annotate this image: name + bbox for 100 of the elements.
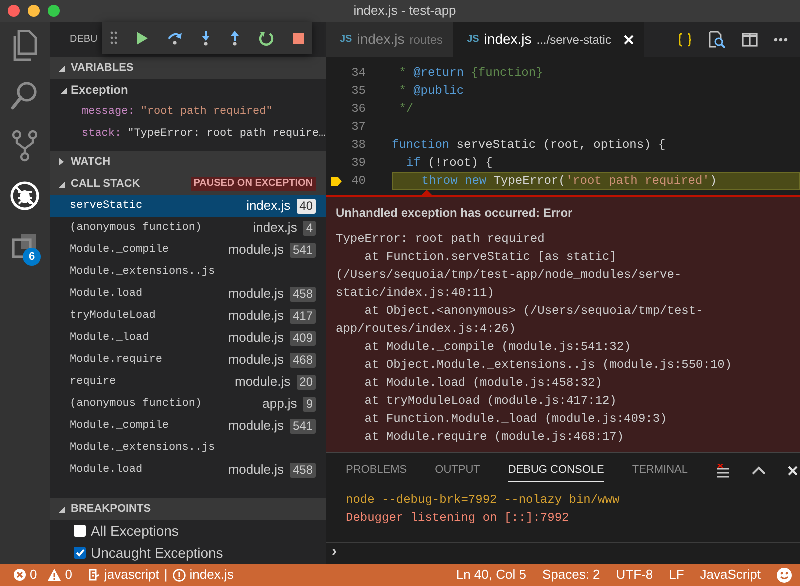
stop-icon[interactable] <box>292 32 304 44</box>
status-item[interactable]: Ln 40, Col 5 <box>456 565 526 585</box>
code-line: if (!root) { <box>405 155 494 172</box>
section-header[interactable]: CALL STACK PAUSED ON EXCEPTION <box>50 173 326 195</box>
editor-tab[interactable]: JS index.js .../serve-static <box>453 22 644 57</box>
variable-row[interactable]: message: "root path required" <box>50 101 326 123</box>
line-number-badge: 541 <box>290 418 316 434</box>
line-number: 36 <box>352 101 366 118</box>
call-stack-frame[interactable]: Module._extensions..js <box>50 437 326 459</box>
stack-trace-line: at Module._compile (module.js:541:32) <box>364 339 632 356</box>
line-number-badge: 541 <box>290 242 316 258</box>
warning-icon <box>48 569 62 581</box>
line-number-badge: 468 <box>290 352 316 368</box>
smiley-icon[interactable] <box>777 568 792 582</box>
minimize-window-button[interactable] <box>28 5 40 17</box>
section-header[interactable]: VARIABLES <box>50 57 326 79</box>
status-item[interactable]: LF <box>669 565 684 585</box>
files-icon[interactable] <box>11 30 39 62</box>
step-out-icon[interactable] <box>230 30 240 46</box>
panel-tab[interactable]: DEBUG CONSOLE <box>508 458 604 482</box>
expanded-triangle-icon[interactable] <box>58 180 65 188</box>
call-stack-frame[interactable]: tryModuleLoad module.js 417 <box>50 305 326 327</box>
drag-handle-icon[interactable] <box>110 31 118 45</box>
zoom-window-button[interactable] <box>48 5 60 17</box>
section-header[interactable]: WATCH <box>50 151 326 173</box>
clear-console-icon[interactable] <box>716 464 730 478</box>
split-editor-icon[interactable] <box>742 32 758 46</box>
line-number: 37 <box>352 119 366 136</box>
js-file-icon: JS <box>467 32 480 47</box>
line-number-badge: 9 <box>303 396 316 412</box>
call-stack-frame[interactable]: Module.require module.js 468 <box>50 349 326 371</box>
variable-row[interactable]: stack: "TypeError: root path require… <box>50 123 326 145</box>
breakpoint-label: All Exceptions <box>91 522 179 541</box>
call-stack-frame[interactable]: Module._compile module.js 541 <box>50 415 326 437</box>
scope-label[interactable]: Exception <box>71 81 128 99</box>
no-bug-icon[interactable] <box>10 181 40 211</box>
expanded-triangle-icon[interactable] <box>58 64 65 72</box>
editor-tab[interactable]: JS index.js routes <box>326 22 454 57</box>
line-number-badge: 458 <box>290 286 316 302</box>
panel-tab[interactable]: PROBLEMS <box>346 458 408 482</box>
panel-tab[interactable]: OUTPUT <box>435 458 480 482</box>
status-item[interactable]: 0 <box>14 565 38 585</box>
stack-trace-line: at Function.Module._load (module.js:409:3) <box>364 411 668 428</box>
call-stack-frame[interactable]: Module._extensions..js <box>50 261 326 283</box>
call-stack-frame[interactable]: Module.load module.js 458 <box>50 283 326 305</box>
search-icon[interactable] <box>11 81 39 111</box>
expanded-triangle-icon[interactable] <box>58 506 65 512</box>
section-header[interactable]: BREAKPOINTS <box>50 498 326 520</box>
tab-description: routes <box>410 32 444 48</box>
expanded-triangle-icon[interactable] <box>60 86 67 94</box>
code-line: * @return {function} <box>398 65 544 82</box>
stack-trace-line: static/index.js:40:11) <box>336 285 496 302</box>
call-stack-frame[interactable]: (anonymous function) index.js 4 <box>50 217 326 239</box>
status-item[interactable]: Spaces: 2 <box>542 565 600 585</box>
status-item[interactable]: JavaScript <box>700 565 761 585</box>
console-input-field[interactable]: › <box>326 542 800 562</box>
status-item[interactable]: index.js <box>172 565 234 585</box>
call-stack-frame[interactable]: Module.load module.js 458 <box>50 459 326 481</box>
branch-icon[interactable] <box>12 130 38 162</box>
checkbox[interactable] <box>74 525 86 537</box>
restart-icon[interactable] <box>259 30 274 46</box>
close-icon[interactable] <box>788 466 798 476</box>
panel-tab[interactable]: TERMINAL <box>632 458 688 482</box>
line-number: 39 <box>352 155 366 172</box>
status-item[interactable]: 0 <box>48 565 72 585</box>
checkbox[interactable] <box>74 547 86 559</box>
collapsed-triangle-icon[interactable] <box>58 158 65 166</box>
call-stack-frame[interactable]: Module._load module.js 409 <box>50 327 326 349</box>
code-line: * @public <box>398 83 466 100</box>
error-icon <box>14 569 26 581</box>
step-over-icon[interactable] <box>166 31 183 45</box>
more-icon[interactable] <box>774 38 788 42</box>
search-file-icon[interactable] <box>708 30 726 48</box>
stack-trace-line: (/Users/sequoia/tmp/test-app/node_modules/serve- <box>336 267 683 284</box>
document-icon <box>89 569 100 581</box>
stack-trace-line: app/routes/index.js:4:26) <box>336 321 518 338</box>
extensions-icon[interactable] <box>12 233 38 259</box>
chevron-up-icon[interactable] <box>752 466 766 475</box>
line-number: 40 <box>352 173 366 190</box>
stack-trace-line: at Module.require (module.js:468:17) <box>364 429 626 446</box>
braces-icon[interactable] <box>678 32 692 46</box>
line-number: 38 <box>352 137 366 154</box>
exception-title: Unhandled exception has occurred: Error <box>336 205 574 222</box>
step-into-icon[interactable] <box>201 30 212 46</box>
stack-trace-line: at Object.<anonymous> (/Users/sequoia/tmp/test- <box>364 303 704 320</box>
stack-trace-line: at tryModuleLoad (module.js:417:12) <box>364 393 618 410</box>
line-number-badge: 417 <box>290 308 316 324</box>
stack-trace-line: at Module.load (module.js:458:32) <box>364 375 604 392</box>
status-item[interactable]: javascript <box>89 565 160 585</box>
close-window-button[interactable] <box>8 5 20 17</box>
call-stack-frame[interactable]: Module._compile module.js 541 <box>50 239 326 261</box>
call-stack-frame[interactable]: (anonymous function) app.js 9 <box>50 393 326 415</box>
line-number-badge: 458 <box>290 462 316 478</box>
stack-trace-line: TypeError: root path required <box>336 231 546 248</box>
continue-icon[interactable] <box>136 32 148 44</box>
call-stack-frame[interactable]: serveStatic index.js 40 <box>50 195 326 217</box>
info-icon <box>172 568 186 582</box>
status-item[interactable]: UTF-8 <box>616 565 654 585</box>
line-number: 35 <box>352 83 366 100</box>
call-stack-frame[interactable]: require module.js 20 <box>50 371 326 393</box>
